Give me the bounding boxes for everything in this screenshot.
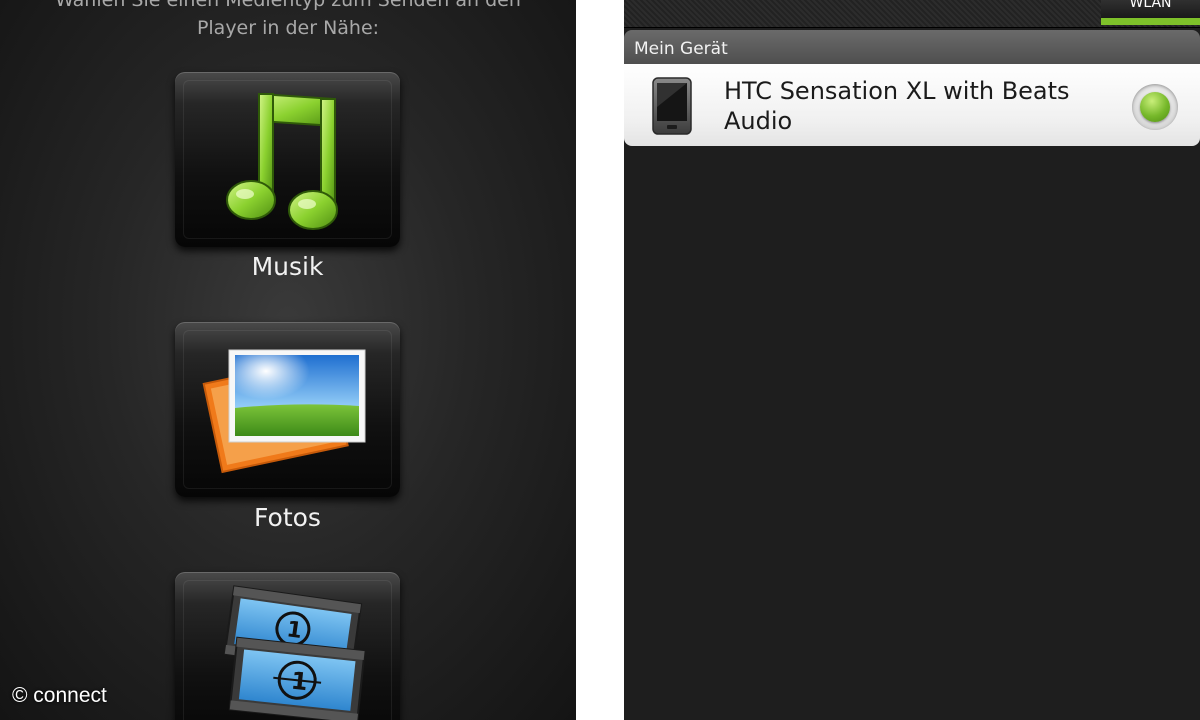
music-tile-label: Musik bbox=[251, 252, 324, 281]
device-list-item[interactable]: HTC Sensation XL with Beats Audio bbox=[624, 64, 1200, 146]
phone-icon bbox=[652, 77, 692, 135]
tab-bar: WLAN bbox=[624, 0, 1200, 28]
svg-text:1: 1 bbox=[290, 667, 310, 697]
svg-text:1: 1 bbox=[285, 617, 304, 644]
video-film-icon: 1 1 bbox=[223, 585, 366, 720]
section-header-my-device: Mein Gerät bbox=[624, 30, 1200, 64]
instruction-line-2: Player in der Nähe: bbox=[196, 17, 380, 39]
music-tile-button[interactable] bbox=[175, 72, 400, 247]
device-name: HTC Sensation XL with Beats Audio bbox=[724, 77, 1070, 135]
tab-wlan[interactable]: WLAN bbox=[1101, 0, 1200, 18]
photos-tile-label: Fotos bbox=[254, 503, 321, 532]
device-selected-radio[interactable] bbox=[1132, 84, 1178, 130]
tab-wlan-active-indicator bbox=[1101, 18, 1200, 25]
photos-icon bbox=[202, 349, 366, 474]
media-type-screen: Wählen Sie einen Medientyp zum Senden an… bbox=[0, 0, 576, 720]
instruction-line-1: Wählen Sie einen Medientyp zum Senden an… bbox=[55, 0, 521, 11]
photos-tile-button[interactable] bbox=[175, 322, 400, 497]
music-note-icon bbox=[226, 92, 338, 230]
video-tile-button[interactable]: 1 1 bbox=[175, 572, 400, 720]
instruction-text: Wählen Sie einen Medientyp zum Senden an… bbox=[0, 0, 576, 42]
device-select-screen: WLAN Mein Gerät HTC Sensation XL with Be… bbox=[624, 0, 1200, 720]
watermark: © connect bbox=[12, 684, 107, 707]
